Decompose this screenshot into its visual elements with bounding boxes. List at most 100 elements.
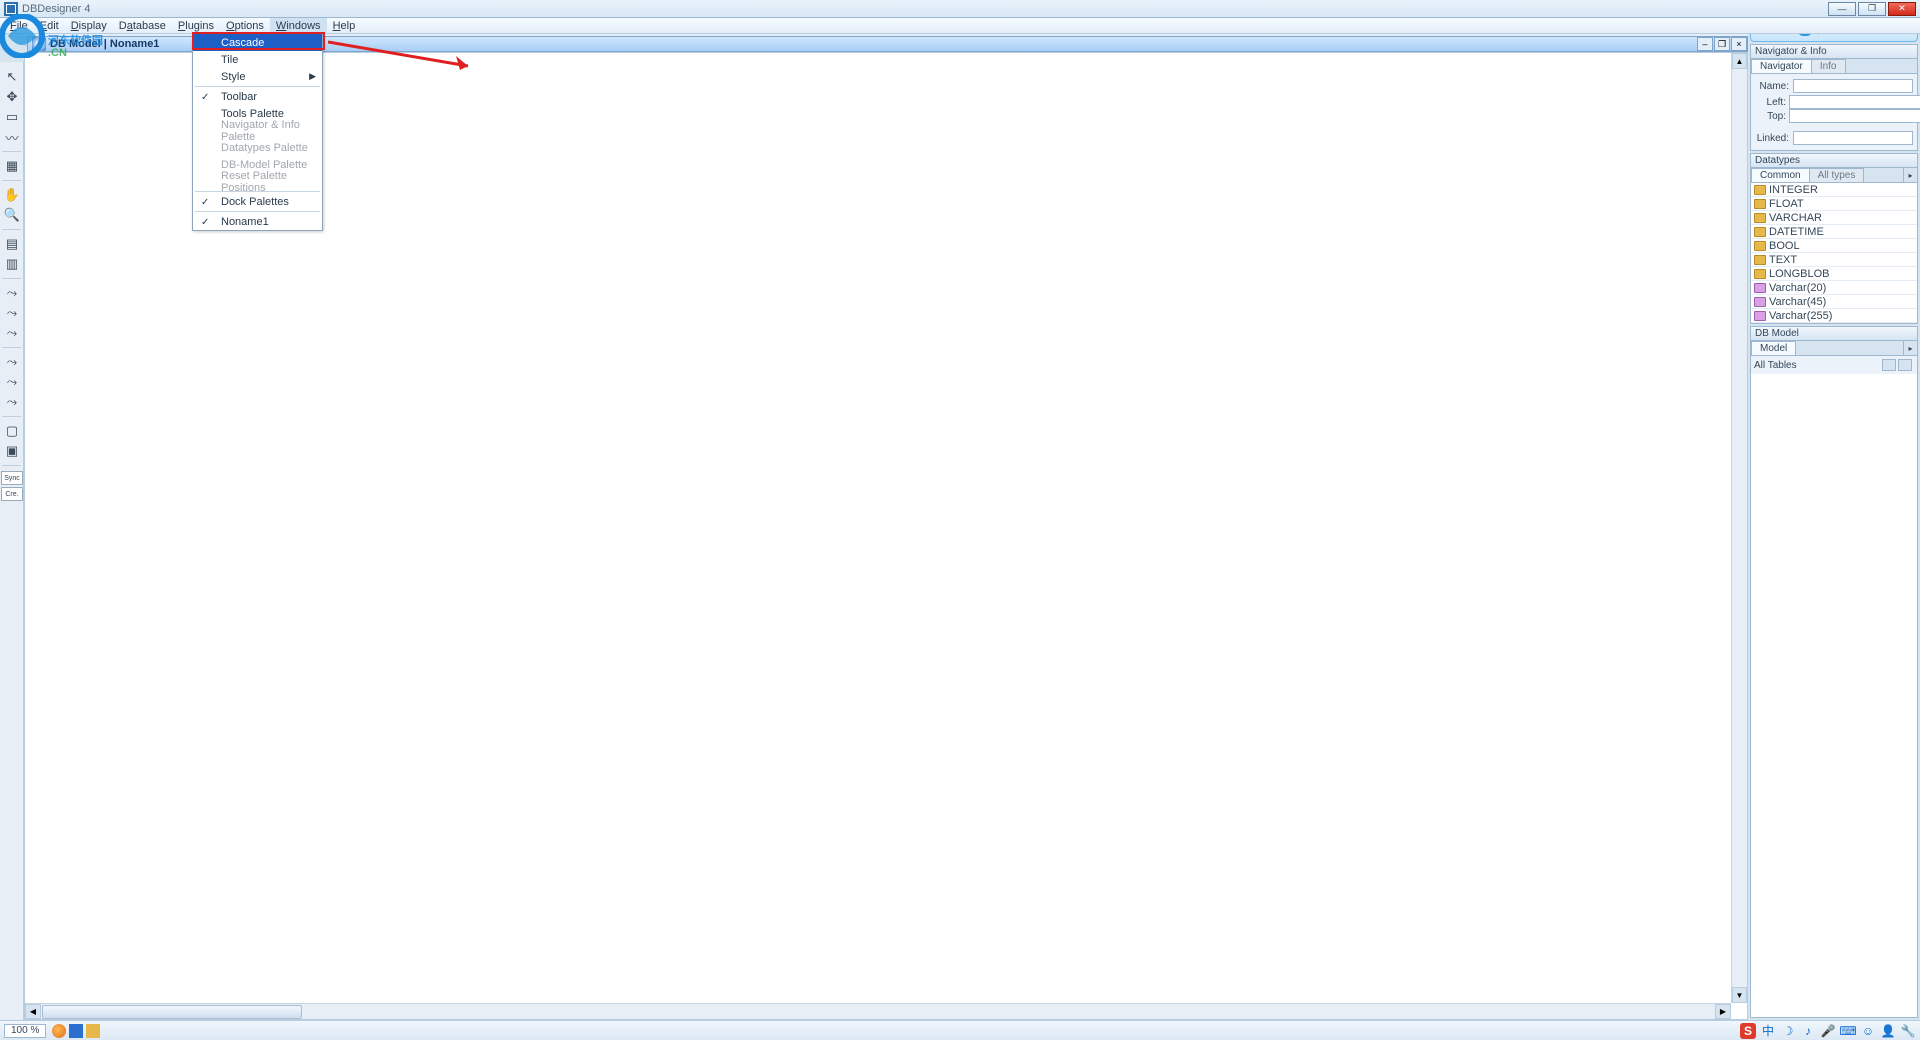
menuitem-tile[interactable]: Tile bbox=[193, 51, 322, 68]
dbmodel-panel: DB Model Model ▸ All Tables bbox=[1750, 326, 1918, 1018]
datatype-item[interactable]: VARCHAR bbox=[1751, 211, 1917, 225]
horizontal-scrollbar[interactable]: ◀ ▶ bbox=[25, 1003, 1731, 1019]
relation-1n-icon[interactable]: ⤳ bbox=[1, 284, 23, 302]
zoom-field[interactable]: 100 % bbox=[4, 1024, 46, 1038]
database-icon[interactable] bbox=[86, 1024, 100, 1038]
submenu-arrow-icon: ▶ bbox=[309, 71, 316, 82]
tables-list[interactable] bbox=[1751, 374, 1917, 1017]
tab-common[interactable]: Common bbox=[1751, 168, 1810, 182]
grid-tool-icon[interactable]: ▦ bbox=[1, 157, 23, 175]
menuitem-reset-palette[interactable]: Reset Palette Positions bbox=[193, 173, 322, 190]
all-tables-label: All Tables bbox=[1754, 360, 1797, 371]
menubar: File Edit Display Database Plugins Optio… bbox=[0, 18, 1920, 34]
menu-help[interactable]: Help bbox=[327, 18, 362, 34]
datatype-item[interactable]: Varchar(20) bbox=[1751, 281, 1917, 295]
panel-header: DB Model bbox=[1751, 327, 1917, 341]
menuitem-datatypes-palette[interactable]: Datatypes Palette bbox=[193, 139, 322, 156]
datatype-item[interactable]: DATETIME bbox=[1751, 225, 1917, 239]
tray-user-icon[interactable]: 👤 bbox=[1880, 1023, 1896, 1039]
menuitem-cascade[interactable]: Cascade bbox=[193, 34, 322, 51]
datatype-icon bbox=[1754, 255, 1766, 265]
menuitem-dock-palettes[interactable]: Dock Palettes bbox=[193, 193, 322, 210]
image-tool-icon[interactable]: ▣ bbox=[1, 442, 23, 460]
scroll-down-icon[interactable]: ▼ bbox=[1732, 987, 1747, 1003]
menu-file[interactable]: File bbox=[4, 18, 34, 34]
relation-dep-icon[interactable]: ⤳ bbox=[1, 373, 23, 391]
menu-display[interactable]: Display bbox=[65, 18, 113, 34]
table-tool-icon[interactable]: ▤ bbox=[1, 235, 23, 253]
tab-alltypes[interactable]: All types bbox=[1809, 168, 1865, 182]
relation-ref-icon[interactable]: ⤳ bbox=[1, 393, 23, 411]
mdi-minimize[interactable]: – bbox=[1697, 37, 1713, 51]
create-button[interactable]: Cre. bbox=[1, 487, 23, 501]
tray-ime-icon[interactable]: 中 bbox=[1760, 1023, 1776, 1039]
note-tool-icon[interactable]: ▢ bbox=[1, 422, 23, 440]
mdi-restore[interactable]: ❐ bbox=[1714, 37, 1730, 51]
datatype-item[interactable]: INTEGER bbox=[1751, 183, 1917, 197]
relation-gen-icon[interactable]: ⤳ bbox=[1, 353, 23, 371]
move-tool-icon[interactable]: ✥ bbox=[1, 88, 23, 106]
menu-separator bbox=[195, 86, 320, 87]
datatype-icon bbox=[1754, 297, 1766, 307]
menu-database[interactable]: Database bbox=[113, 18, 172, 34]
close-button[interactable]: ✕ bbox=[1888, 2, 1916, 16]
tab-navigator[interactable]: Navigator bbox=[1751, 59, 1812, 73]
menuitem-noname1[interactable]: Noname1 bbox=[193, 213, 322, 230]
scroll-up-icon[interactable]: ▲ bbox=[1732, 53, 1747, 69]
datatype-item[interactable]: FLOAT bbox=[1751, 197, 1917, 211]
view-tool-icon[interactable]: ▥ bbox=[1, 255, 23, 273]
linked-field[interactable] bbox=[1793, 131, 1913, 145]
datatype-item[interactable]: TEXT bbox=[1751, 253, 1917, 267]
tools-palette: ↖ ✥ ▭ 〰 ▦ ✋ 🔍 ▤ ▥ ⤳ ⤳ ⤳ ⤳ ⤳ ⤳ ▢ ▣ Sync C… bbox=[0, 62, 24, 1020]
datatype-item[interactable]: BOOL bbox=[1751, 239, 1917, 253]
menuitem-nav-palette[interactable]: Navigator & Info Palette bbox=[193, 122, 322, 139]
datatype-item[interactable]: Varchar(255) bbox=[1751, 309, 1917, 323]
datatype-item[interactable]: Varchar(45) bbox=[1751, 295, 1917, 309]
maximize-button[interactable]: ❐ bbox=[1858, 2, 1886, 16]
tabs-more-icon[interactable]: ▸ bbox=[1903, 168, 1917, 182]
minimize-button[interactable]: — bbox=[1828, 2, 1856, 16]
scroll-thumb[interactable] bbox=[42, 1005, 302, 1019]
tray-sogou-icon[interactable]: S bbox=[1740, 1023, 1756, 1039]
datatype-item[interactable]: LONGBLOB bbox=[1751, 267, 1917, 281]
sync-button[interactable]: Sync bbox=[1, 471, 23, 485]
relation-11-icon[interactable]: ⤳ bbox=[1, 304, 23, 322]
tray-wrench-icon[interactable]: 🔧 bbox=[1900, 1023, 1916, 1039]
relation-nm-icon[interactable]: ⤳ bbox=[1, 324, 23, 342]
mdi-close[interactable]: × bbox=[1731, 37, 1747, 51]
menuitem-toolbar[interactable]: Toolbar bbox=[193, 88, 322, 105]
pointer-tool-icon[interactable]: ↖ bbox=[1, 68, 23, 86]
menu-plugins[interactable]: Plugins bbox=[172, 18, 220, 34]
left-field[interactable] bbox=[1789, 95, 1920, 109]
save-icon[interactable] bbox=[69, 1024, 83, 1038]
menu-windows[interactable]: Windows bbox=[270, 18, 327, 34]
tray-moon-icon[interactable]: ☽ bbox=[1780, 1023, 1796, 1039]
tray-face-icon[interactable]: ☺ bbox=[1860, 1023, 1876, 1039]
titlebar: DBDesigner 4 — ❐ ✕ bbox=[0, 0, 1920, 18]
top-field[interactable] bbox=[1789, 109, 1920, 123]
vertical-scrollbar[interactable]: ▲ ▼ bbox=[1731, 53, 1747, 1003]
tab-info[interactable]: Info bbox=[1811, 59, 1846, 73]
hand-tool-icon[interactable]: ✋ bbox=[1, 186, 23, 204]
name-field[interactable] bbox=[1793, 79, 1913, 93]
scroll-right-icon[interactable]: ▶ bbox=[1715, 1004, 1731, 1019]
region-tool-icon[interactable]: ▭ bbox=[1, 108, 23, 126]
tabs-more-icon[interactable]: ▸ bbox=[1903, 341, 1917, 355]
firefox-icon[interactable] bbox=[52, 1024, 66, 1038]
tray-voice-icon[interactable]: ♪ bbox=[1800, 1023, 1816, 1039]
navigator-info-panel: Navigator & Info Navigator Info Name: Le… bbox=[1750, 44, 1918, 151]
dbmodel-action-icon[interactable] bbox=[1882, 359, 1896, 371]
tab-model[interactable]: Model bbox=[1751, 341, 1796, 355]
tray-keyboard-icon[interactable]: ⌨ bbox=[1840, 1023, 1856, 1039]
menu-options[interactable]: Options bbox=[220, 18, 270, 34]
check-icon bbox=[201, 91, 211, 101]
zoom-tool-icon[interactable]: 🔍 bbox=[1, 206, 23, 224]
tray-mic-icon[interactable]: 🎤 bbox=[1820, 1023, 1836, 1039]
datatypes-panel: Datatypes Common All types ▸ INTEGER FLO… bbox=[1750, 153, 1918, 324]
menu-edit[interactable]: Edit bbox=[34, 18, 65, 34]
check-icon bbox=[201, 196, 211, 206]
pen-tool-icon[interactable]: 〰 bbox=[1, 128, 23, 146]
scroll-left-icon[interactable]: ◀ bbox=[25, 1004, 41, 1019]
dbmodel-action-icon[interactable] bbox=[1898, 359, 1912, 371]
menuitem-style[interactable]: Style▶ bbox=[193, 68, 322, 85]
